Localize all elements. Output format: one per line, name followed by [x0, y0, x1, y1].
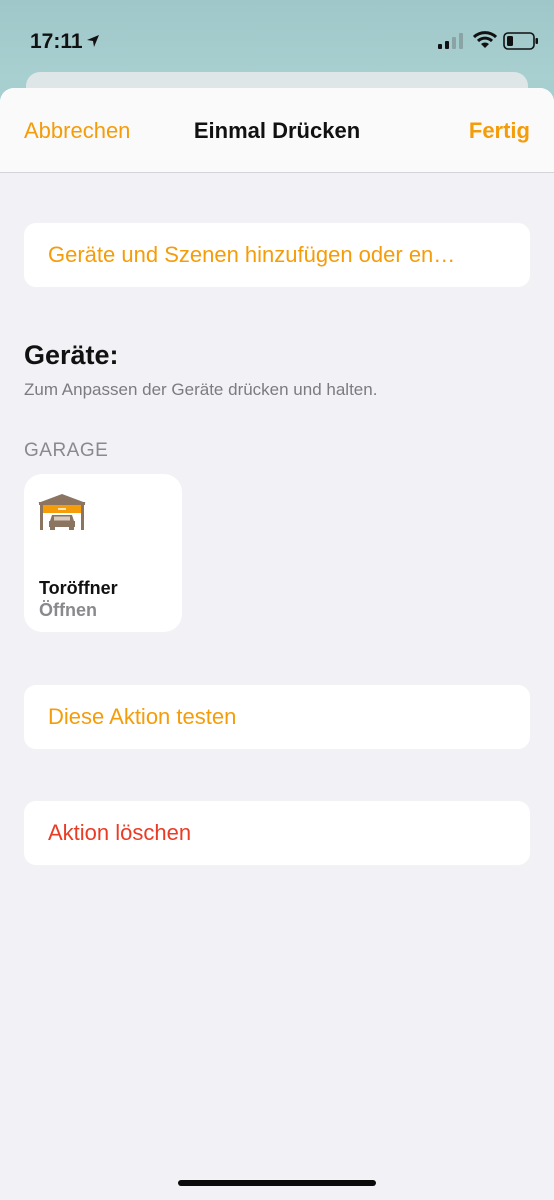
delete-action-label: Aktion löschen [48, 820, 192, 845]
add-devices-label: Geräte und Szenen hinzufügen oder en… [48, 242, 456, 267]
devices-hint: Zum Anpassen der Geräte drücken und halt… [24, 380, 378, 399]
room-label: GARAGE [24, 440, 109, 461]
battery-icon [503, 32, 538, 50]
navigation-bar: Abbrechen Einmal Drücken Fertig [0, 88, 554, 173]
add-devices-button[interactable]: Geräte und Szenen hinzufügen oder en… [24, 223, 530, 287]
location-arrow-icon [87, 35, 99, 47]
accessory-state: Öffnen [39, 600, 97, 620]
delete-action-button[interactable]: Aktion löschen [24, 801, 530, 865]
status-bar: 17:11 [0, 0, 554, 80]
garage-door-icon [38, 494, 86, 530]
accessory-tile[interactable]: Toröffner Öffnen [24, 474, 182, 632]
home-indicator[interactable] [178, 1180, 376, 1186]
test-action-button[interactable]: Diese Aktion testen [24, 685, 530, 749]
done-button[interactable]: Fertig [469, 118, 530, 144]
cellular-signal-icon [438, 33, 463, 49]
status-time: 17:11 [30, 30, 83, 53]
wifi-icon [473, 31, 497, 48]
devices-heading: Geräte: [24, 340, 119, 370]
modal-sheet: Abbrechen Einmal Drücken Fertig Geräte u… [0, 88, 554, 1200]
accessory-name: Toröffner [39, 578, 118, 598]
test-action-label: Diese Aktion testen [48, 704, 237, 729]
